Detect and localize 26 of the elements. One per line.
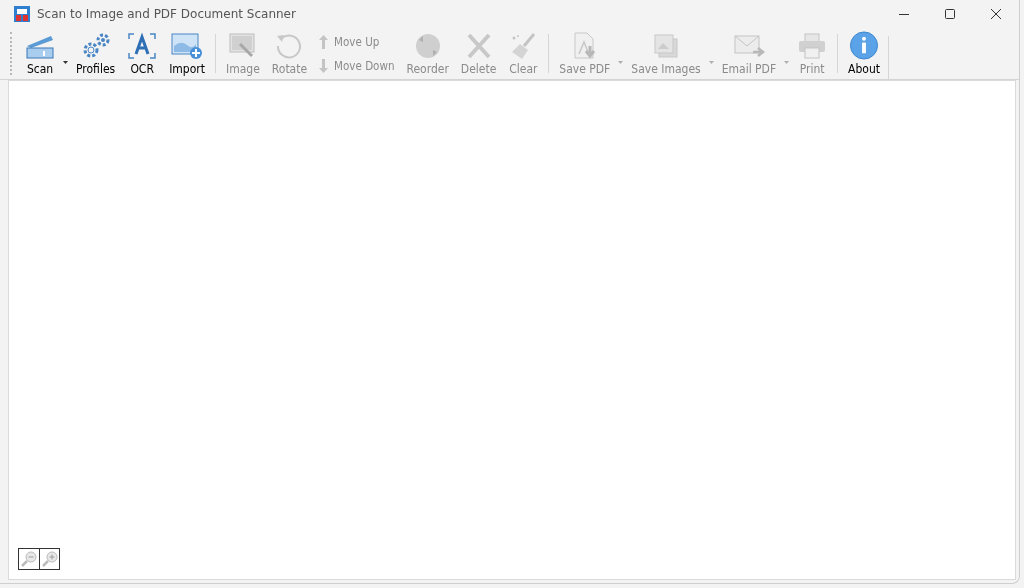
- toolbar-button[interactable]: OCR: [121, 28, 164, 78]
- maximize-icon: [945, 9, 955, 19]
- zoom-in-button[interactable]: [39, 549, 59, 569]
- close-icon: [991, 9, 1001, 19]
- printer-icon: [797, 32, 828, 60]
- text-recognition-icon: [127, 32, 158, 60]
- arrow-down-icon: [319, 58, 329, 73]
- toolbar-button[interactable]: Profiles: [70, 28, 122, 78]
- caret-icon: [618, 61, 624, 64]
- envelope-icon: [732, 32, 765, 60]
- toolbar-button[interactable]: Import: [163, 28, 211, 78]
- toolbar-button[interactable]: About: [842, 28, 886, 78]
- caret-icon: [784, 61, 790, 64]
- info-icon: [849, 31, 880, 60]
- picture-add-icon: [171, 32, 204, 60]
- zoom-in-icon: [41, 551, 58, 567]
- caret-icon: [63, 61, 68, 64]
- caret-icon: [708, 61, 714, 64]
- app-logo-icon: [14, 6, 30, 22]
- toolbar-button[interactable]: Scan: [19, 28, 61, 78]
- arrow-up-icon: [319, 34, 329, 49]
- image-edit-icon: [227, 32, 258, 60]
- minimize-icon: [899, 13, 909, 15]
- zoom-out-icon: [21, 551, 37, 567]
- images-icon: [651, 32, 681, 60]
- window-title: Scan to Image and PDF Document Scanner: [37, 7, 296, 21]
